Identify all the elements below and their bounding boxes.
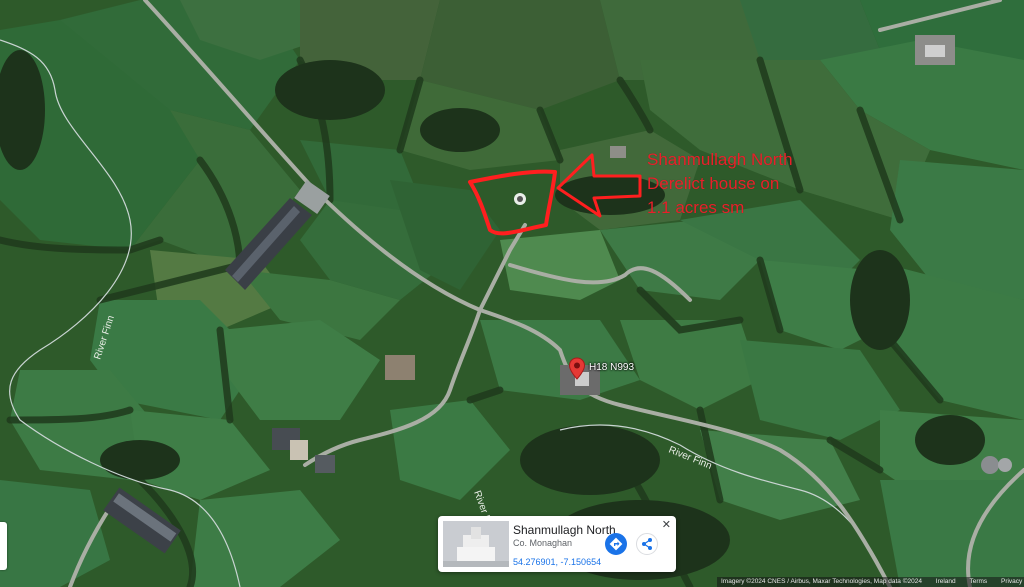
place-title: Shanmullagh North xyxy=(513,523,616,537)
attribution-link-privacy[interactable]: Privacy xyxy=(1001,578,1022,585)
annotation-text: Shanmullagh North Derelict house on 1.1 … xyxy=(647,150,793,218)
satellite-map[interactable]: River Finn River Finn River Finn xyxy=(0,0,1024,587)
location-pin-icon[interactable] xyxy=(568,357,586,381)
pin-label: H18 N993 xyxy=(589,362,635,373)
directions-button[interactable] xyxy=(605,533,627,555)
plot-marker-icon[interactable] xyxy=(514,193,526,205)
annotation-line-3: 1.1 acres sm xyxy=(647,198,745,217)
annotation-line-1: Shanmullagh North xyxy=(647,150,793,169)
close-icon[interactable]: ✕ xyxy=(662,518,671,531)
attribution-bar: Imagery ©2024 CNES / Airbus, Maxar Techn… xyxy=(717,577,1024,587)
share-button[interactable] xyxy=(636,533,658,555)
place-card[interactable]: Shanmullagh North Co. Monaghan 54.276901… xyxy=(438,516,676,572)
share-icon xyxy=(642,538,652,550)
attribution-text: Imagery ©2024 CNES / Airbus, Maxar Techn… xyxy=(721,578,922,585)
place-thumbnail[interactable] xyxy=(443,521,509,567)
place-subtitle: Co. Monaghan xyxy=(513,538,573,548)
place-coordinates[interactable]: 54.276901, -7.150654 xyxy=(513,557,601,567)
attribution-link-ireland[interactable]: Ireland xyxy=(936,578,956,585)
directions-icon xyxy=(609,537,623,551)
side-panel-toggle[interactable] xyxy=(0,522,7,570)
annotation-line-2: Derelict house on xyxy=(647,174,780,193)
attribution-link-terms[interactable]: Terms xyxy=(969,578,987,585)
